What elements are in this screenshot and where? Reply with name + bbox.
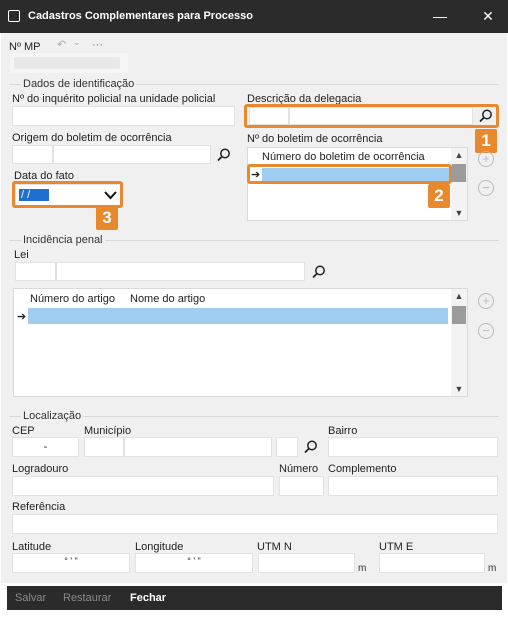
latitude-input[interactable]: ° ' " — [12, 553, 130, 573]
complemento-input[interactable] — [328, 476, 498, 496]
scroll-up-icon[interactable]: ▲ — [451, 148, 467, 162]
inquiry-input[interactable] — [12, 106, 235, 126]
remove-bo-icon[interactable]: − — [478, 180, 494, 196]
close-button[interactable]: ✕ — [478, 6, 498, 26]
utmn-unit: m — [358, 563, 367, 574]
scroll-thumb[interactable] — [452, 306, 466, 324]
bo-label: Nº do boletim de ocorrência — [247, 133, 383, 145]
origem-code-input[interactable] — [12, 145, 53, 164]
lei-description-input[interactable] — [56, 262, 305, 281]
scroll-down-icon[interactable]: ▼ — [451, 206, 467, 220]
bairro-label: Bairro — [328, 425, 358, 437]
highlight-date — [12, 181, 123, 208]
cep-label: CEP — [12, 425, 35, 437]
remove-artigo-icon[interactable]: − — [478, 323, 494, 339]
identification-group-title: Dados de identificação — [21, 78, 137, 90]
bo-list-scrollbar[interactable]: ▲ ▼ — [451, 148, 467, 220]
footer-bar: Salvar Restaurar Fechar — [7, 586, 502, 610]
badge-2: 2 — [428, 184, 450, 208]
add-artigo-icon[interactable]: + — [478, 293, 494, 309]
scroll-down-icon[interactable]: ▼ — [451, 382, 467, 396]
lei-label: Lei — [14, 249, 29, 261]
artigos-selected-row[interactable] — [28, 308, 448, 324]
mp-label: Nº MP — [9, 41, 41, 53]
bairro-input[interactable] — [328, 437, 498, 457]
penal-group-title: Incidência penal — [21, 234, 105, 246]
longitude-label: Longitude — [135, 541, 184, 553]
municipio-name-input[interactable] — [124, 437, 272, 457]
title-bar: Cadastros Complementares para Processo —… — [0, 0, 508, 33]
mp-number-redacted — [14, 57, 120, 69]
numero-input[interactable] — [279, 476, 324, 496]
restaurar-button[interactable]: Restaurar — [63, 592, 111, 604]
logradouro-input[interactable] — [12, 476, 274, 496]
dialog-body: Nº MP ↶ ⌄ ··· Dados de identificação Nº … — [1, 33, 507, 583]
logradouro-label: Logradouro — [12, 463, 69, 475]
latitude-label: Latitude — [12, 541, 52, 553]
more-options-button[interactable]: ··· — [92, 39, 103, 51]
col-numero-artigo[interactable]: Número do artigo — [30, 293, 115, 305]
undo-icon[interactable]: ↶ — [57, 38, 66, 51]
municipio-search-icon[interactable] — [303, 439, 319, 455]
municipio-code-input[interactable] — [84, 437, 124, 457]
scroll-up-icon[interactable]: ▲ — [451, 289, 467, 303]
complemento-label: Complemento — [328, 463, 397, 475]
add-bo-icon[interactable]: + — [478, 151, 494, 167]
lei-code-input[interactable] — [15, 262, 56, 281]
referencia-input[interactable] — [12, 514, 498, 534]
badge-1: 1 — [475, 129, 497, 153]
artigos-row-arrow-icon: ➔ — [17, 311, 27, 323]
utme-unit: m — [488, 563, 497, 574]
chevron-down-icon[interactable]: ⌄ — [73, 37, 81, 48]
col-nome-artigo[interactable]: Nome do artigo — [130, 293, 205, 305]
utmn-input[interactable] — [258, 553, 355, 573]
uf-input[interactable] — [276, 437, 298, 457]
numero-label: Número — [279, 463, 319, 475]
utme-input[interactable] — [379, 553, 485, 573]
inquiry-label: Nº do inquérito policial na unidade poli… — [12, 93, 216, 105]
highlight-delegacia — [244, 104, 499, 128]
location-group-title: Localização — [21, 410, 84, 422]
mp-number-field[interactable] — [10, 53, 128, 73]
artigos-list[interactable]: Número do artigo Nome do artigo ➔ ▲ ▼ — [13, 288, 468, 397]
utmn-label: UTM N — [257, 541, 292, 553]
window-app-icon — [8, 10, 20, 22]
badge-3: 3 — [96, 206, 118, 230]
fechar-button[interactable]: Fechar — [130, 592, 166, 604]
cep-input[interactable]: - — [12, 437, 79, 457]
lei-search-icon[interactable] — [311, 264, 327, 280]
scroll-thumb[interactable] — [452, 164, 466, 182]
origem-description-input[interactable] — [53, 145, 211, 164]
origem-label: Origem do boletim de ocorrência — [12, 132, 172, 144]
origem-search-icon[interactable] — [216, 147, 232, 163]
municipio-label: Município — [84, 425, 132, 437]
highlight-bo-row — [247, 164, 452, 184]
referencia-label: Referência — [12, 501, 66, 513]
bo-column-header[interactable]: Número do boletim de ocorrência — [262, 151, 425, 163]
window-title: Cadastros Complementares para Processo — [28, 10, 253, 22]
artigos-scrollbar[interactable]: ▲ ▼ — [451, 289, 467, 396]
salvar-button[interactable]: Salvar — [15, 592, 46, 604]
longitude-input[interactable]: ° ' " — [135, 553, 253, 573]
minimize-button[interactable]: — — [430, 6, 450, 26]
utme-label: UTM E — [379, 541, 414, 553]
